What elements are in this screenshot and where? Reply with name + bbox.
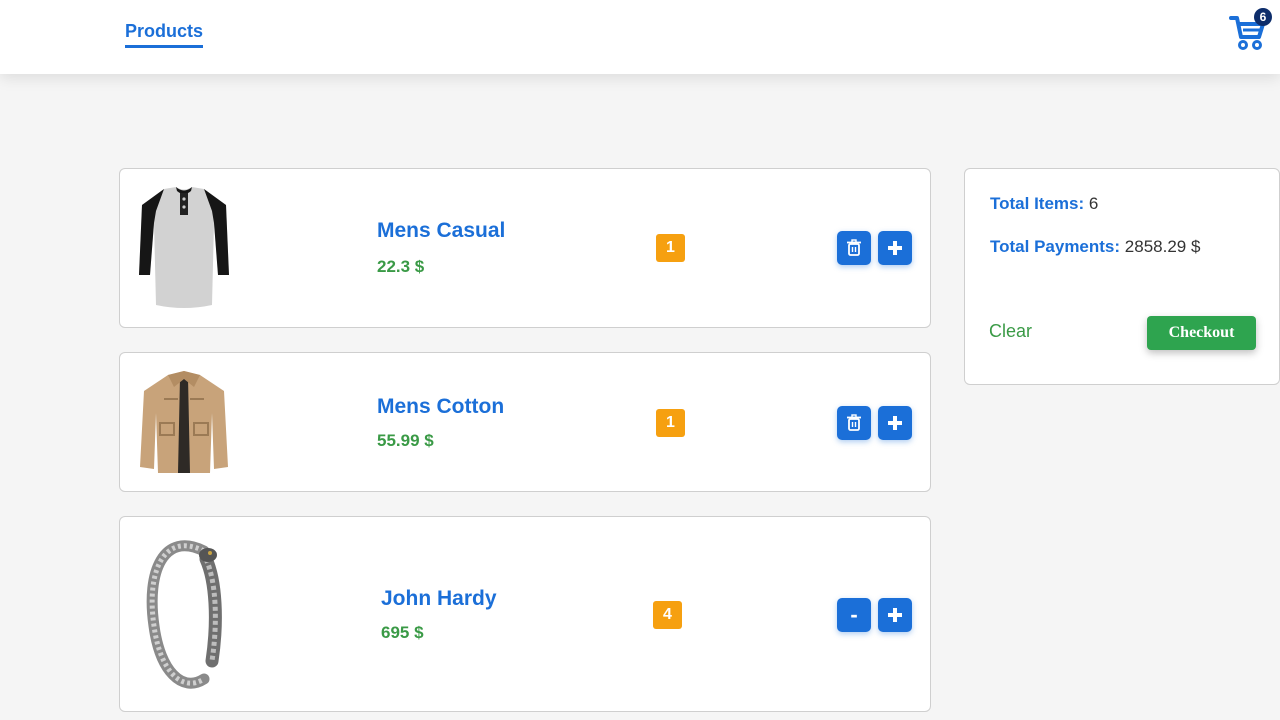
total-items-label: Total Items: (990, 194, 1085, 213)
cart-count-badge: 6 (1254, 8, 1272, 26)
increase-quantity-button[interactable] (878, 406, 912, 440)
navbar: Products 6 (0, 0, 1280, 74)
increase-quantity-button[interactable] (878, 598, 912, 632)
nav-products-link[interactable]: Products (125, 21, 204, 48)
clear-button[interactable]: Clear (989, 321, 1032, 342)
remove-button[interactable] (837, 406, 871, 440)
plus-icon (888, 416, 902, 430)
trash-icon (847, 414, 861, 431)
checkout-button[interactable]: Checkout (1147, 316, 1256, 350)
order-summary: Total Items: 6 Total Payments: 2858.29 $… (964, 168, 1280, 385)
remove-button[interactable] (837, 231, 871, 265)
quantity-badge: 1 (656, 409, 685, 437)
product-name: John Hardy (381, 587, 497, 610)
plus-icon (888, 608, 902, 622)
product-price: 695 $ (381, 623, 424, 642)
decrease-quantity-button[interactable]: - (837, 598, 871, 632)
quantity-badge: 4 (653, 601, 682, 629)
cart-item: Mens Cotton 55.99 $ 1 (119, 352, 931, 492)
product-image-shirt (139, 187, 229, 308)
minus-icon: - (850, 602, 858, 627)
product-image-jacket (140, 371, 228, 473)
cart-button[interactable]: 6 (1228, 8, 1272, 56)
total-items-value: 6 (1088, 194, 1099, 213)
trash-icon (847, 239, 861, 256)
quantity-badge: 1 (656, 234, 685, 262)
product-price: 22.3 $ (377, 257, 425, 276)
product-price: 55.99 $ (377, 431, 434, 450)
cart-item: John Hardy 695 $ 4 - (119, 516, 931, 712)
total-payments-row: Total Payments: 2858.29 $ (990, 237, 1200, 257)
total-items-row: Total Items: 6 (990, 194, 1098, 214)
increase-quantity-button[interactable] (878, 231, 912, 265)
product-image-bracelet (146, 540, 222, 689)
total-payments-label: Total Payments: (990, 237, 1121, 256)
product-name: Mens Casual (377, 219, 506, 242)
total-payments-value: 2858.29 $ (1124, 237, 1201, 256)
plus-icon (888, 241, 902, 255)
product-name: Mens Cotton (377, 395, 505, 418)
cart-item: Mens Casual 22.3 $ 1 (119, 168, 931, 328)
